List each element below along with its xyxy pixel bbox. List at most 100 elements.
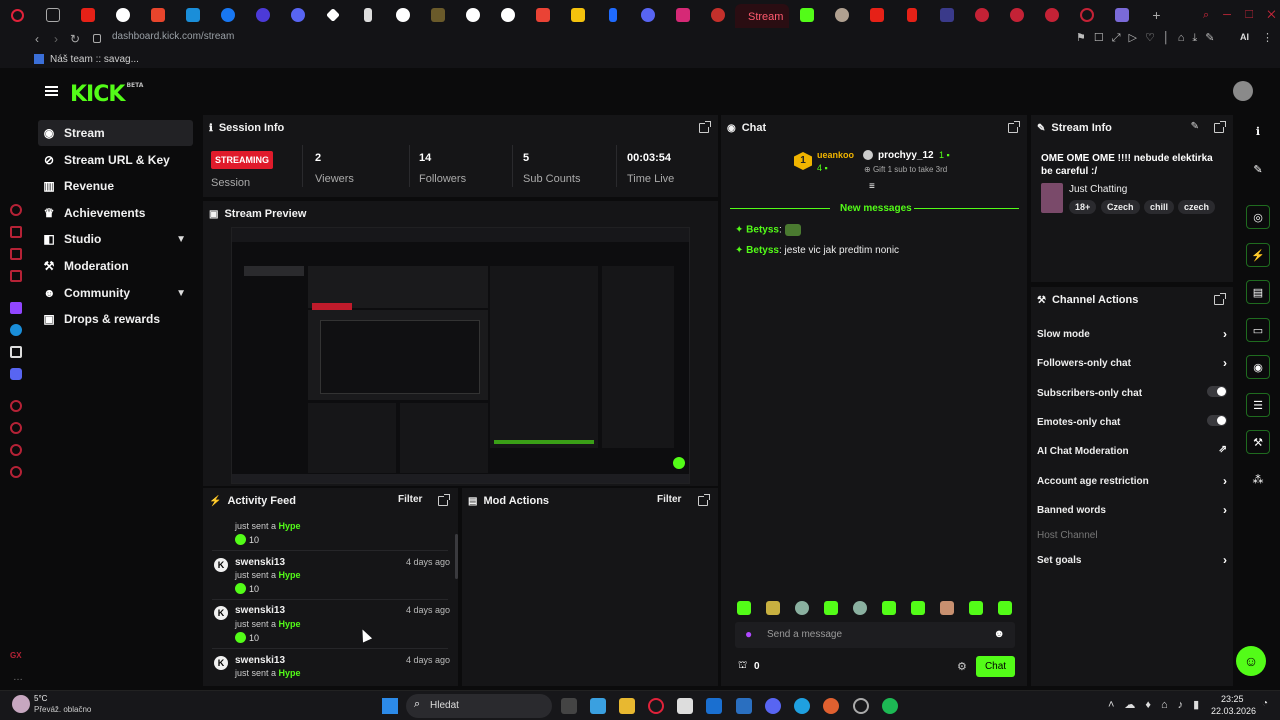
mail-icon[interactable] xyxy=(736,698,752,714)
tab-gmail-icon[interactable] xyxy=(525,0,560,30)
popout-icon[interactable] xyxy=(1008,121,1020,133)
edit-icon[interactable]: ✎ xyxy=(1246,157,1270,181)
settings-icon[interactable] xyxy=(853,698,869,714)
info-icon[interactable]: ℹ xyxy=(1246,119,1270,143)
nav-moderation[interactable]: ⚒ Moderation xyxy=(38,253,193,279)
menu-icon[interactable]: ⋮ xyxy=(1262,31,1273,44)
tab-youtube-icon[interactable] xyxy=(859,0,894,30)
nav-studio[interactable]: ◧ Studio ▼ xyxy=(38,226,193,252)
firefox-icon[interactable] xyxy=(823,698,839,714)
account-age-action[interactable]: Account age restriction › xyxy=(1037,474,1227,488)
popout-icon[interactable] xyxy=(438,494,450,506)
tiktok-icon[interactable] xyxy=(10,346,22,358)
mic-icon[interactable]: ● xyxy=(745,627,752,641)
emote-icon[interactable] xyxy=(998,601,1012,615)
clipboard-icon[interactable]: ▤ xyxy=(1246,280,1270,304)
sidebar-icon[interactable] xyxy=(10,248,22,260)
emote-icon[interactable] xyxy=(911,601,925,615)
more-icon[interactable]: … xyxy=(13,672,23,683)
popout-icon[interactable] xyxy=(1214,293,1226,305)
tab-kick-icon[interactable] xyxy=(789,0,824,30)
tab-icon[interactable] xyxy=(700,0,735,30)
subscribers-only-toggle[interactable] xyxy=(1207,386,1227,397)
emotes-only-action[interactable]: Emotes-only chat xyxy=(1037,415,1227,428)
explorer-icon[interactable] xyxy=(619,698,635,714)
edit-icon[interactable]: ✎ xyxy=(1191,121,1199,132)
nav-achievements[interactable]: ♛ Achievements xyxy=(38,200,193,226)
url-field[interactable]: dashboard.kick.com/stream xyxy=(112,31,234,42)
tab-icon[interactable] xyxy=(560,0,595,30)
wrench-icon[interactable]: ⚒ xyxy=(1246,430,1270,454)
emote-icon[interactable] xyxy=(737,601,751,615)
tab-icon[interactable] xyxy=(420,0,455,30)
emote-icon[interactable] xyxy=(824,601,838,615)
tag[interactable]: czech xyxy=(1178,200,1216,214)
broadcast-icon[interactable]: ◉ xyxy=(1246,355,1270,379)
app-icon[interactable] xyxy=(677,698,693,714)
emotes-only-toggle[interactable] xyxy=(1207,415,1227,426)
ai-button[interactable]: AI xyxy=(1240,32,1249,42)
tab-google-icon[interactable] xyxy=(490,0,525,30)
hamburger-icon[interactable] xyxy=(45,86,58,96)
emote-icon[interactable] xyxy=(940,601,954,615)
emote-icon[interactable] xyxy=(766,601,780,615)
tab-google-icon[interactable] xyxy=(105,0,140,30)
nav-drops-rewards[interactable]: ▣ Drops & rewards xyxy=(38,306,193,332)
tab-icon[interactable] xyxy=(35,0,70,30)
ai-chat-moderation-action[interactable]: AI Chat Moderation ⇗ xyxy=(1037,444,1227,457)
back-icon[interactable]: ‹ xyxy=(35,32,39,46)
kick-logo[interactable]: KICK BETA xyxy=(70,82,143,107)
sidebar-icon[interactable] xyxy=(10,400,22,412)
tab-icon[interactable] xyxy=(140,0,175,30)
sidebar-icon[interactable] xyxy=(10,444,22,456)
category-thumbnail[interactable] xyxy=(1041,183,1063,213)
sidebar-icon[interactable] xyxy=(10,204,22,216)
opera-gx-icon[interactable] xyxy=(648,698,664,714)
chat-input[interactable]: ● Send a message ☻ xyxy=(735,622,1015,648)
forward-icon[interactable]: › xyxy=(54,32,58,46)
pinned-user[interactable]: ueankoo xyxy=(817,150,854,160)
activity-user[interactable]: swenski13 xyxy=(235,605,285,616)
popout-icon[interactable] xyxy=(698,494,710,506)
weather-icon[interactable] xyxy=(12,695,30,713)
messenger-icon[interactable] xyxy=(10,324,22,336)
tab-discord-icon[interactable] xyxy=(630,0,665,30)
stream-preview-video[interactable] xyxy=(231,227,690,484)
activity-user[interactable]: swenski13 xyxy=(235,655,285,666)
tab-stream-active[interactable]: Stream xyxy=(735,4,789,30)
nav-stream[interactable]: ◉ Stream xyxy=(38,120,193,146)
chat-send-button[interactable]: Chat xyxy=(976,656,1015,677)
taskbar-search[interactable]: ⌕ Hledat xyxy=(406,694,552,718)
tag[interactable]: chill xyxy=(1144,200,1175,214)
emote-icon[interactable] xyxy=(795,601,809,615)
layout-icon[interactable]: ☰ xyxy=(1246,393,1270,417)
notification-icon[interactable]: ◔ xyxy=(1262,698,1268,709)
window-controls[interactable]: ⌕─☐✕ xyxy=(1203,9,1280,22)
browser-toolbar-icons[interactable]: ⚑☐⤢▷♡│⌂⤓✎ xyxy=(1076,31,1222,45)
filter-button[interactable]: Filter xyxy=(657,494,681,505)
slow-mode-action[interactable]: Slow mode › xyxy=(1037,327,1227,341)
tab-icon[interactable] xyxy=(964,0,999,30)
emote-icon[interactable] xyxy=(969,601,983,615)
tab-icon[interactable] xyxy=(315,0,350,30)
nav-community[interactable]: ☻ Community ▼ xyxy=(38,280,193,306)
tab-facebook-icon[interactable] xyxy=(210,0,245,30)
bookmark-item[interactable]: Náš team :: savag... xyxy=(50,54,139,65)
tag[interactable]: Czech xyxy=(1101,200,1140,214)
chat-bubble-icon[interactable]: ▭ xyxy=(1246,318,1270,342)
emoji-icon[interactable]: ☻ xyxy=(993,628,1005,640)
edge-icon[interactable] xyxy=(794,698,810,714)
discord-icon[interactable] xyxy=(765,698,781,714)
emote-icon[interactable] xyxy=(882,601,896,615)
history-icon[interactable] xyxy=(10,422,22,434)
new-tab-icon[interactable]: + xyxy=(1139,0,1174,30)
camera-icon[interactable]: ◎ xyxy=(1246,205,1270,229)
copilot-icon[interactable] xyxy=(590,698,606,714)
task-view-icon[interactable] xyxy=(561,698,577,714)
tab-icon[interactable] xyxy=(245,0,280,30)
support-button[interactable]: ☺ xyxy=(1236,646,1266,676)
tab-youtube-icon[interactable] xyxy=(70,0,105,30)
tab-google-icon[interactable] xyxy=(455,0,490,30)
tab-icon[interactable] xyxy=(824,0,859,30)
emote-icon[interactable] xyxy=(853,601,867,615)
